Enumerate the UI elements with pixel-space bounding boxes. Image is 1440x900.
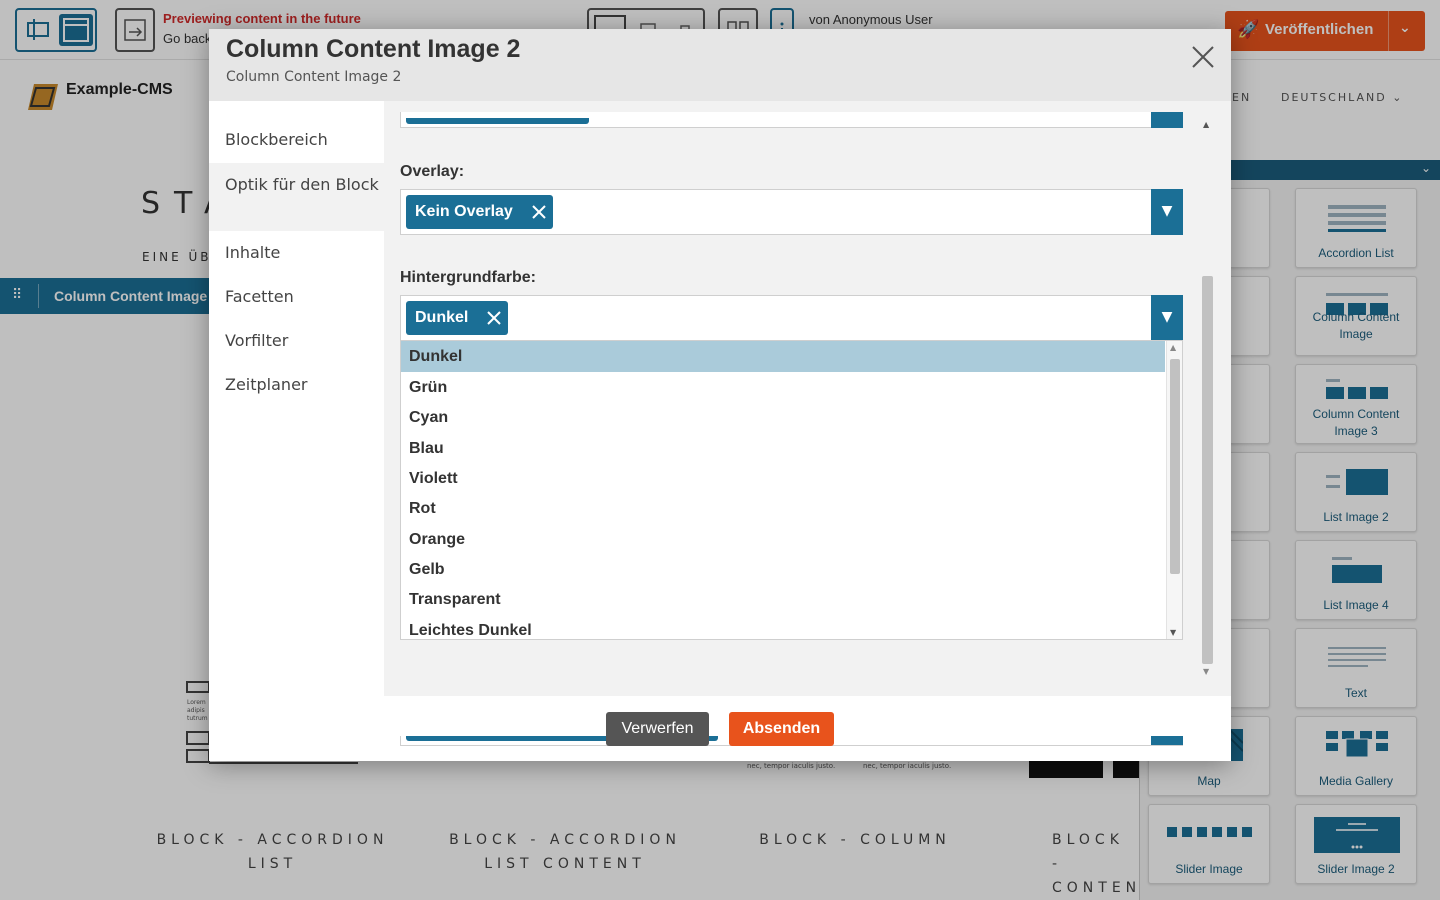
previous-select-field[interactable]	[400, 112, 1183, 128]
overlay-chip: Kein Overlay	[406, 195, 553, 229]
sidebar-item-optik[interactable]: Optik für den Block	[209, 163, 384, 231]
content-scrollbar-thumb[interactable]	[1202, 276, 1213, 664]
block-settings-dialog: Column Content Image 2 Column Content Im…	[209, 29, 1231, 761]
remove-chip-icon[interactable]	[531, 204, 547, 220]
sidebar-item-blockbereich[interactable]: Blockbereich	[209, 101, 384, 163]
dialog-content: Overlay: Kein Overlay ▼ Hintergrundfarbe…	[384, 101, 1231, 746]
remove-chip-icon[interactable]	[486, 310, 502, 326]
sidebar-item-vorfilter[interactable]: Vorfilter	[209, 319, 384, 363]
overlay-chip-label: Kein Overlay	[415, 203, 513, 220]
option-transparent[interactable]: Transparent	[401, 584, 1165, 615]
option-orange[interactable]: Orange	[401, 524, 1165, 555]
scroll-down-icon[interactable]: ▼	[1170, 628, 1176, 637]
submit-button[interactable]: Absenden	[729, 712, 834, 746]
overlay-select[interactable]: Kein Overlay ▼	[400, 189, 1183, 235]
scroll-up-icon[interactable]: ▲	[1203, 120, 1209, 129]
background-color-options[interactable]: Dunkel Grün Cyan Blau Violett Rot Orange…	[400, 340, 1183, 640]
background-color-dropdown-toggle[interactable]: ▼	[1151, 295, 1183, 341]
dialog-sidebar: Blockbereich Optik für den Block Inhalte…	[209, 101, 384, 699]
overlay-label: Overlay:	[400, 163, 465, 180]
option-leichtes-dunkel[interactable]: Leichtes Dunkel	[401, 615, 1165, 639]
content-scrollbar[interactable]: ▲ ▼	[1200, 118, 1215, 678]
discard-button[interactable]: Verwerfen	[606, 712, 709, 746]
option-blau[interactable]: Blau	[401, 433, 1165, 464]
background-color-chip-label: Dunkel	[415, 309, 469, 326]
sidebar-item-facetten[interactable]: Facetten	[209, 275, 384, 319]
sidebar-item-inhalte[interactable]: Inhalte	[209, 231, 384, 275]
option-dunkel[interactable]: Dunkel	[401, 341, 1165, 372]
option-gelb[interactable]: Gelb	[401, 554, 1165, 585]
next-select-toggle[interactable]	[1151, 736, 1183, 745]
dialog-title: Column Content Image 2	[226, 35, 521, 63]
previous-select-chip	[406, 118, 589, 124]
dialog-subtitle: Column Content Image 2	[226, 69, 402, 85]
sidebar-item-zeitplaner[interactable]: Zeitplaner	[209, 363, 384, 407]
overlay-dropdown-toggle[interactable]: ▼	[1151, 189, 1183, 235]
options-scrollbar-thumb[interactable]	[1170, 359, 1180, 574]
option-gruen[interactable]: Grün	[401, 372, 1165, 403]
scroll-up-icon[interactable]: ▲	[1170, 343, 1176, 352]
dialog-header: Column Content Image 2 Column Content Im…	[209, 29, 1231, 101]
scroll-down-icon[interactable]: ▼	[1203, 667, 1209, 676]
background-color-chip: Dunkel	[406, 301, 509, 335]
option-violett[interactable]: Violett	[401, 463, 1165, 494]
form-scroll-area[interactable]: Overlay: Kein Overlay ▼ Hintergrundfarbe…	[384, 112, 1216, 746]
background-color-label: Hintergrundfarbe:	[400, 269, 536, 286]
option-cyan[interactable]: Cyan	[401, 402, 1165, 433]
option-rot[interactable]: Rot	[401, 493, 1165, 524]
previous-select-toggle[interactable]	[1151, 112, 1183, 128]
options-scrollbar[interactable]: ▲ ▼	[1166, 341, 1182, 639]
close-icon[interactable]	[1189, 43, 1217, 71]
background-color-select[interactable]: Dunkel ▼	[400, 295, 1183, 341]
